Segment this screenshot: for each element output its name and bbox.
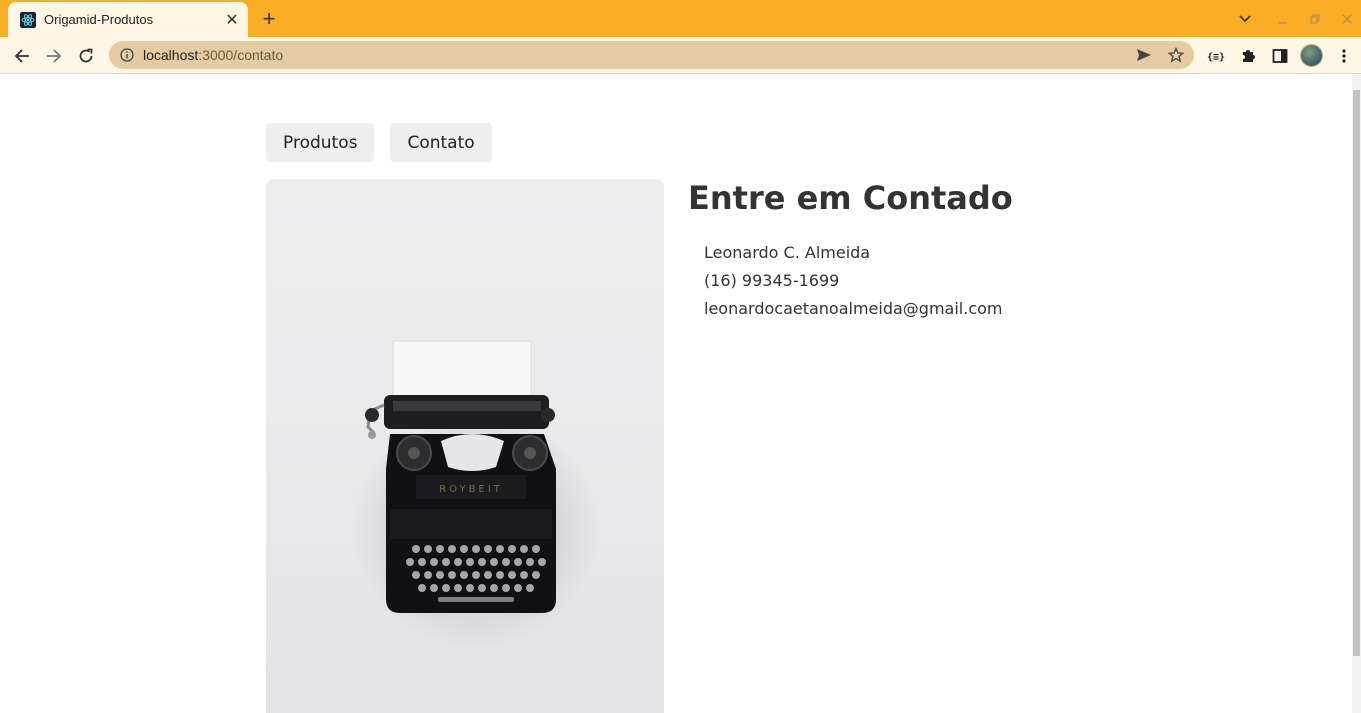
- contact-name: Leonardo C. Almeida: [704, 243, 871, 262]
- new-tab-button[interactable]: +: [256, 6, 282, 31]
- contact-section: Entre em Contado Leonardo C. Almeida (16…: [688, 179, 1013, 323]
- nav-link-produtos[interactable]: Produtos: [266, 123, 375, 162]
- page-title: Entre em Contado: [688, 179, 1013, 217]
- svg-text:{≡}: {≡}: [1207, 52, 1225, 62]
- restore-window-icon[interactable]: [1304, 8, 1326, 30]
- url-text[interactable]: localhost:3000/contato: [143, 47, 283, 63]
- svg-text:ROYBEIT: ROYBEIT: [439, 484, 503, 495]
- tab-title: Origamid-Produtos: [44, 12, 154, 27]
- react-atom-icon: [20, 11, 36, 28]
- profile-avatar[interactable]: [1300, 44, 1323, 67]
- scrollbar-thumb[interactable]: [1353, 90, 1360, 656]
- close-tab-icon[interactable]: ✕: [222, 10, 242, 30]
- page-viewport: Produtos Contato ROYBEIT Entre em Contad…: [0, 75, 1352, 713]
- bookmark-star-icon[interactable]: [1165, 44, 1187, 66]
- contact-phone: (16) 99345-1699: [704, 271, 840, 290]
- nav-link-contato[interactable]: Contato: [390, 123, 492, 162]
- json-viewer-extension-icon[interactable]: {≡}: [1202, 42, 1230, 70]
- browser-toolbar: localhost:3000/contato {≡}: [0, 37, 1361, 74]
- extensions-puzzle-icon[interactable]: [1234, 42, 1262, 70]
- main-nav: Produtos Contato: [266, 123, 492, 162]
- typewriter-photo: ROYBEIT: [266, 179, 664, 713]
- contact-info-list: Leonardo C. Almeida (16) 99345-1699 leon…: [704, 239, 1013, 323]
- browser-tab-strip: Origamid-Produtos ✕ +: [0, 0, 1361, 37]
- send-to-device-icon[interactable]: [1133, 44, 1155, 66]
- address-bar[interactable]: localhost:3000/contato: [109, 41, 1194, 69]
- site-info-icon[interactable]: [119, 47, 135, 63]
- browser-tab-active[interactable]: Origamid-Produtos ✕: [8, 2, 248, 37]
- kebab-menu-icon[interactable]: [1330, 42, 1358, 70]
- tab-search-chevron-icon[interactable]: [1234, 8, 1256, 30]
- url-host: localhost: [143, 47, 199, 63]
- url-path: :3000/contato: [198, 47, 284, 63]
- minimize-window-icon[interactable]: [1272, 8, 1294, 30]
- reload-icon[interactable]: [72, 42, 100, 70]
- forward-arrow-icon[interactable]: [40, 42, 68, 70]
- side-panel-icon[interactable]: [1266, 42, 1294, 70]
- back-arrow-icon[interactable]: [8, 42, 36, 70]
- close-window-icon[interactable]: [1336, 8, 1358, 30]
- page-scrollbar[interactable]: [1352, 75, 1361, 713]
- contact-email: leonardocaetanoalmeida@gmail.com: [704, 299, 1003, 318]
